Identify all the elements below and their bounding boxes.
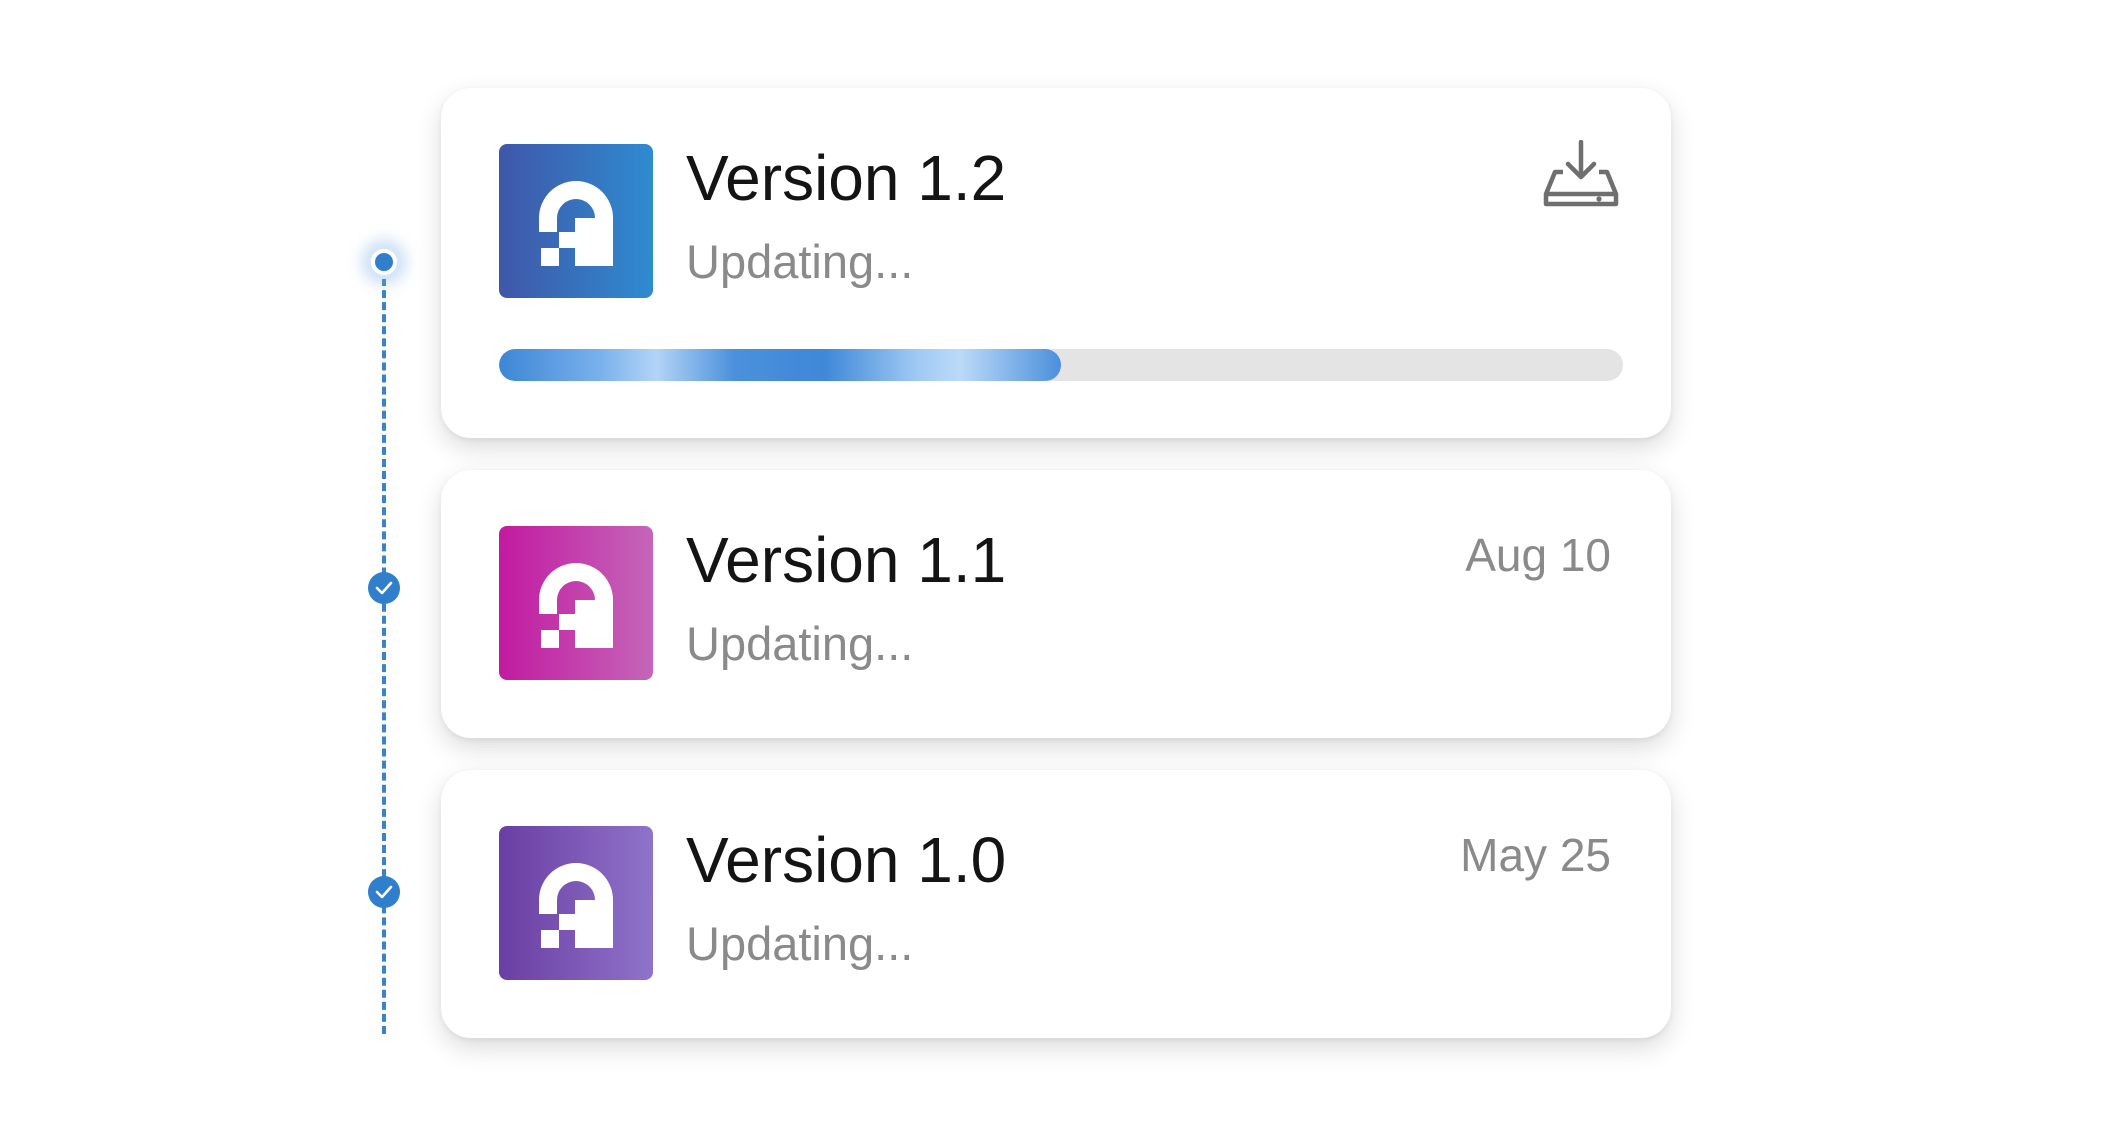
timeline-check-icon [368, 572, 400, 604]
version-title: Version 1.1 [686, 524, 1007, 596]
version-title: Version 1.2 [686, 142, 1007, 214]
app-logo-icon [499, 144, 653, 298]
version-title: Version 1.0 [686, 824, 1007, 896]
app-logo-icon [499, 526, 653, 680]
app-logo-icon [499, 826, 653, 980]
version-date: Aug 10 [1465, 529, 1611, 581]
version-status: Updating... [686, 235, 914, 288]
version-card-1-1[interactable]: Version 1.1 Updating... Aug 10 [441, 470, 1671, 738]
timeline-check-icon [368, 876, 400, 908]
version-status: Updating... [686, 617, 914, 670]
timeline-current-dot-icon [367, 245, 401, 279]
update-progress-bar [499, 349, 1623, 381]
version-history: Version 1.2 Updating... Version 1.1 Upda… [0, 0, 2104, 1148]
version-card-1-2[interactable]: Version 1.2 Updating... [441, 88, 1671, 438]
timeline-dashed-line [382, 278, 386, 1034]
download-icon[interactable] [1543, 139, 1619, 210]
update-progress-fill [499, 349, 1061, 381]
version-date: May 25 [1460, 829, 1611, 881]
version-status: Updating... [686, 917, 914, 970]
version-card-1-0[interactable]: Version 1.0 Updating... May 25 [441, 770, 1671, 1038]
